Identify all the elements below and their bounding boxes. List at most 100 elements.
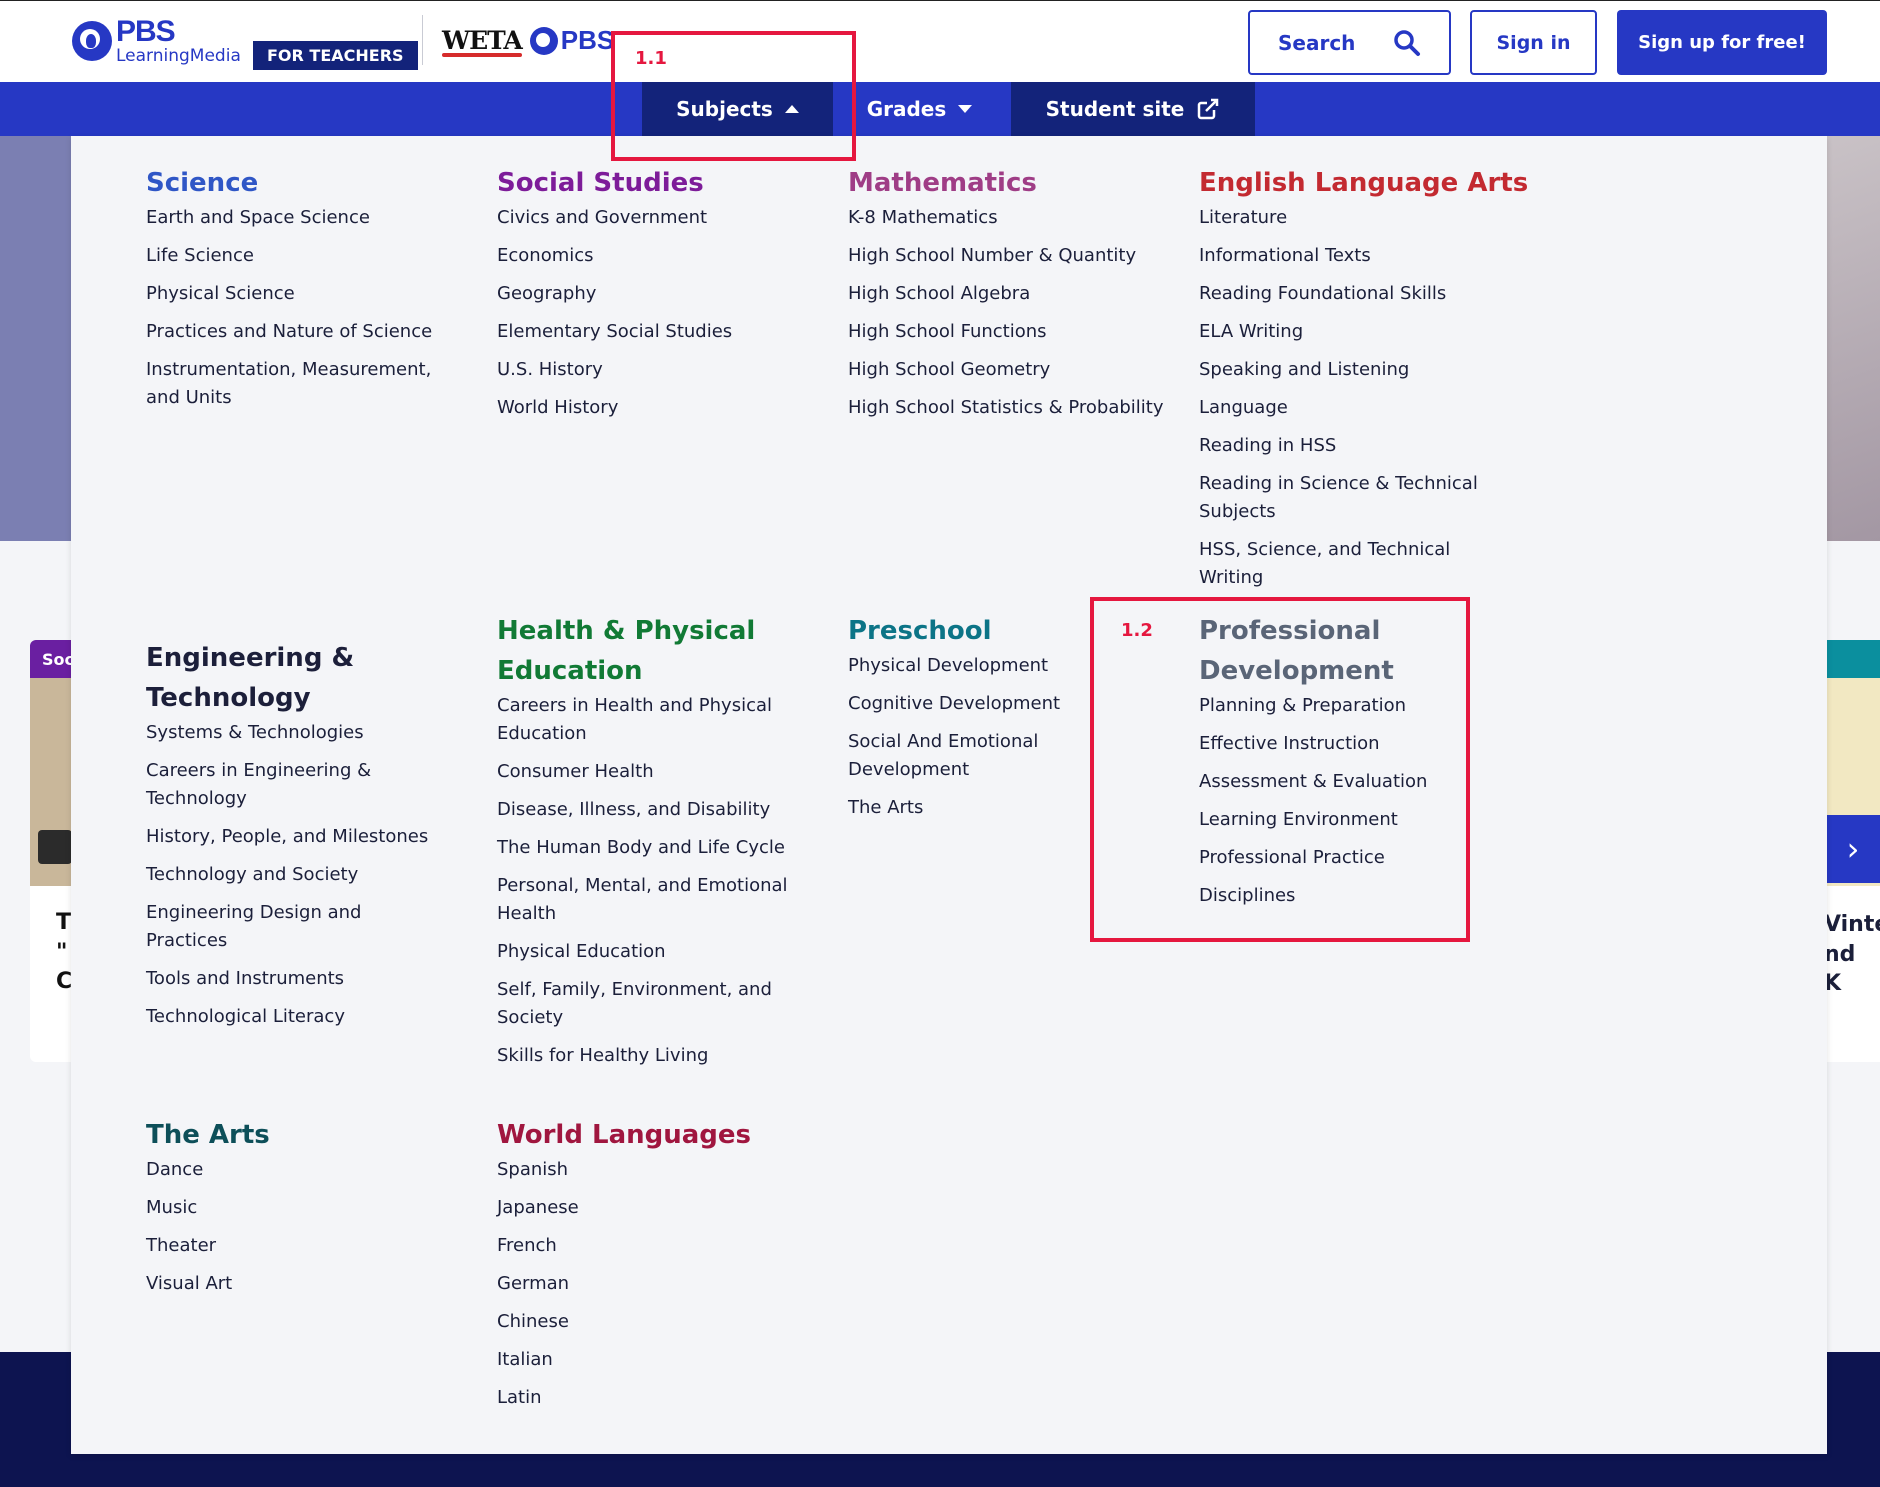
menu-link[interactable]: History, People, and Milestones	[146, 823, 436, 851]
menu-column-ela: English Language Arts Literature Informat…	[1199, 163, 1528, 602]
carousel-next-button[interactable]: ›	[1826, 815, 1880, 883]
menu-link[interactable]: Life Science	[146, 242, 466, 270]
menu-link[interactable]: Practices and Nature of Science	[146, 318, 466, 346]
menu-link[interactable]: Instrumentation, Measurement, and Units	[146, 356, 466, 412]
menu-link[interactable]: Dance	[146, 1156, 466, 1184]
menu-link[interactable]: Careers in Health and Physical Education	[497, 692, 797, 748]
menu-link[interactable]: Latin	[497, 1384, 817, 1412]
menu-link[interactable]: Civics and Government	[497, 204, 817, 232]
menu-column-world-languages: World Languages Spanish Japanese French Ger…	[497, 1115, 817, 1422]
logo-learningmedia-text: LearningMedia	[116, 46, 241, 66]
menu-link-list: Civics and Government Economics Geography E…	[497, 204, 817, 422]
caret-down-icon	[958, 105, 973, 113]
weta-pbs-logo[interactable]: WETA PBS	[442, 25, 614, 57]
menu-link[interactable]: German	[497, 1270, 817, 1298]
menu-link[interactable]: French	[497, 1232, 817, 1260]
carousel-card-left[interactable]: Soc T " C	[30, 640, 75, 1062]
menu-link[interactable]: Earth and Space Science	[146, 204, 466, 232]
menu-heading-social-studies[interactable]: Social Studies	[497, 163, 817, 203]
pbs-head-icon	[529, 26, 558, 55]
menu-link[interactable]: Music	[146, 1194, 466, 1222]
menu-link-list: Dance Music Theater Visual Art	[146, 1156, 466, 1298]
nav-grades[interactable]: Grades	[852, 82, 987, 136]
menu-link[interactable]: Literature	[1199, 204, 1509, 232]
menu-link[interactable]: Physical Education	[497, 938, 797, 966]
menu-column-health: Health & Physical Education Careers in H…	[497, 611, 797, 1080]
sign-up-button[interactable]: Sign up for free!	[1617, 10, 1827, 75]
menu-column-science: Science Earth and Space Science Life Scie…	[146, 163, 466, 422]
menu-link[interactable]: U.S. History	[497, 356, 817, 384]
menu-link[interactable]: Engineering Design and Practices	[146, 899, 436, 955]
menu-link[interactable]: Careers in Engineering & Technology	[146, 757, 436, 813]
menu-link[interactable]: Consumer Health	[497, 758, 797, 786]
menu-link[interactable]: High School Functions	[848, 318, 1168, 346]
menu-link[interactable]: Reading in Science & Technical Subjects	[1199, 470, 1509, 526]
menu-link[interactable]: Physical Science	[146, 280, 466, 308]
menu-heading-engineering[interactable]: Engineering & Technology	[146, 638, 436, 718]
menu-link[interactable]: Disease, Illness, and Disability	[497, 796, 797, 824]
menu-link[interactable]: High School Geometry	[848, 356, 1168, 384]
menu-link[interactable]: Technological Literacy	[146, 1003, 436, 1031]
menu-link[interactable]: Language	[1199, 394, 1509, 422]
menu-link[interactable]: World History	[497, 394, 817, 422]
menu-column-arts: The Arts Dance Music Theater Visual Art	[146, 1115, 466, 1308]
search-button[interactable]: Search	[1248, 10, 1451, 75]
menu-link[interactable]: High School Number & Quantity	[848, 242, 1168, 270]
pbs-head-icon	[72, 21, 112, 61]
menu-link[interactable]: Visual Art	[146, 1270, 466, 1298]
menu-link[interactable]: Economics	[497, 242, 817, 270]
chevron-right-icon: ›	[1846, 830, 1860, 868]
menu-link[interactable]: Theater	[146, 1232, 466, 1260]
menu-link[interactable]: Italian	[497, 1346, 817, 1374]
menu-column-engineering: Engineering & Technology Systems & Techn…	[146, 638, 436, 1041]
menu-link[interactable]: ELA Writing	[1199, 318, 1509, 346]
menu-link[interactable]: Self, Family, Environment, and Society	[497, 976, 797, 1032]
menu-heading-science[interactable]: Science	[146, 163, 466, 203]
menu-heading-mathematics[interactable]: Mathematics	[848, 163, 1168, 203]
sign-in-button[interactable]: Sign in	[1470, 10, 1597, 75]
video-icon	[38, 830, 72, 864]
menu-link[interactable]: The Human Body and Life Cycle	[497, 834, 797, 862]
menu-heading-ela[interactable]: English Language Arts	[1199, 163, 1528, 203]
card-tag	[1826, 640, 1880, 678]
menu-heading-health[interactable]: Health & Physical Education	[497, 611, 797, 691]
menu-link[interactable]: Informational Texts	[1199, 242, 1509, 270]
menu-link[interactable]: Social And Emotional Development	[848, 728, 1078, 784]
search-label: Search	[1278, 30, 1356, 55]
pbs-learningmedia-logo[interactable]: PBS LearningMedia	[72, 17, 241, 65]
menu-link[interactable]: Japanese	[497, 1194, 817, 1222]
menu-link[interactable]: Skills for Healthy Living	[497, 1042, 797, 1070]
menu-column-social-studies: Social Studies Civics and Government Econ…	[497, 163, 817, 432]
nav-student-site[interactable]: Student site	[1011, 82, 1255, 136]
menu-link[interactable]: HSS, Science, and Technical Writing	[1199, 536, 1509, 592]
menu-link[interactable]: K-8 Mathematics	[848, 204, 1168, 232]
nav-grades-label: Grades	[866, 97, 947, 121]
menu-link[interactable]: Physical Development	[848, 652, 1078, 680]
hero-image-edge	[1826, 136, 1880, 541]
menu-heading-arts[interactable]: The Arts	[146, 1115, 466, 1155]
menu-link[interactable]: Personal, Mental, and Emotional Health	[497, 872, 797, 928]
menu-link[interactable]: Geography	[497, 280, 817, 308]
card-thumbnail	[30, 678, 75, 886]
menu-link[interactable]: Reading in HSS	[1199, 432, 1509, 460]
annotation-label-1-2: 1.2	[1121, 620, 1153, 641]
menu-link[interactable]: Reading Foundational Skills	[1199, 280, 1509, 308]
menu-link[interactable]: Systems & Technologies	[146, 719, 436, 747]
menu-link[interactable]: High School Algebra	[848, 280, 1168, 308]
menu-link-list: Physical Development Cognitive Developmen…	[848, 652, 1078, 822]
menu-link[interactable]: High School Statistics & Probability	[848, 394, 1168, 422]
menu-link[interactable]: Technology and Society	[146, 861, 436, 889]
menu-link[interactable]: Tools and Instruments	[146, 965, 436, 993]
menu-link-list: Spanish Japanese French German Chinese Italia…	[497, 1156, 817, 1412]
menu-link[interactable]: Speaking and Listening	[1199, 356, 1509, 384]
main-nav: Subjects Grades Student site	[0, 82, 1880, 136]
menu-link-list: Literature Informational Texts Reading Fou…	[1199, 204, 1509, 592]
menu-link[interactable]: Elementary Social Studies	[497, 318, 817, 346]
menu-link[interactable]: The Arts	[848, 794, 1078, 822]
menu-link[interactable]: Cognitive Development	[848, 690, 1078, 718]
menu-link[interactable]: Spanish	[497, 1156, 817, 1184]
card-title: Vinte nd K	[1826, 912, 1880, 997]
menu-link[interactable]: Chinese	[497, 1308, 817, 1336]
menu-heading-preschool[interactable]: Preschool	[848, 611, 1078, 651]
menu-heading-world-languages[interactable]: World Languages	[497, 1115, 817, 1155]
